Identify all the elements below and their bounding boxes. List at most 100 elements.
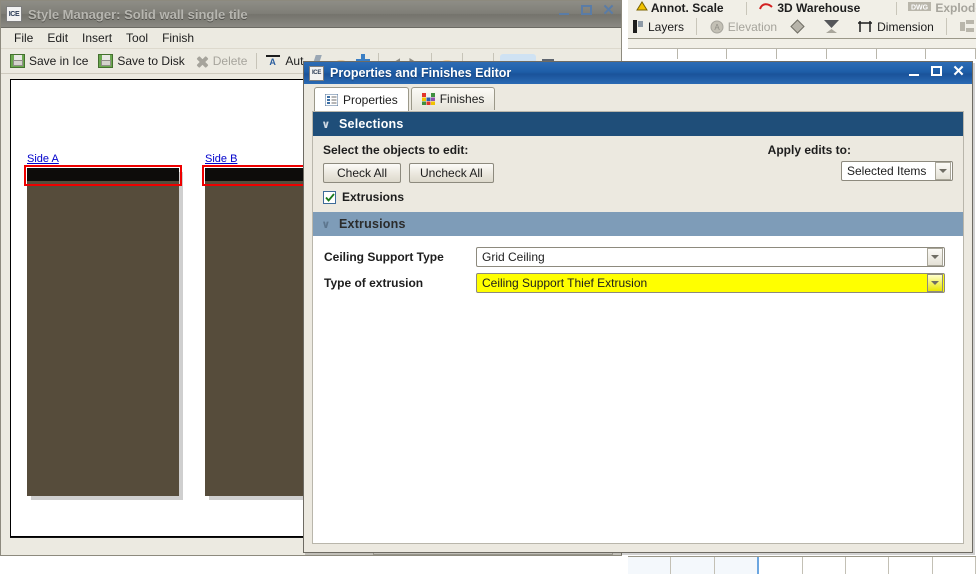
wall-body (27, 168, 179, 496)
toolbar-button-label: Save to Disk (117, 54, 185, 68)
save-disk-icon (98, 54, 114, 68)
ribbon-item-label: Layers (648, 19, 685, 34)
wall-label-side-a: Side A (27, 153, 59, 165)
sheet-cell[interactable] (671, 557, 715, 574)
menu-item-edit[interactable]: Edit (40, 29, 75, 47)
toolbar-button-label: Aut (285, 54, 304, 68)
menu-item-file[interactable]: File (7, 29, 40, 47)
warehouse-icon (758, 1, 774, 15)
ribbon-item-label: Elevation (727, 19, 778, 34)
toolbar-button-label: Delete (212, 54, 248, 68)
extrusions-section-header[interactable]: ∨ Extrusions (313, 212, 963, 236)
ribbon-item-label: Annot. Scale (650, 1, 724, 15)
dimension-icon (857, 20, 873, 34)
properties-dialog-window-controls: ✕ (908, 64, 965, 79)
ribbon-item-hourglass[interactable] (818, 15, 849, 38)
uncheck-all-button[interactable]: Uncheck All (409, 163, 494, 183)
extrusions-checkbox[interactable] (323, 190, 336, 204)
chevron-down-icon[interactable] (935, 162, 951, 180)
type-of-extrusion-value: Ceiling Support Thief Extrusion (482, 276, 648, 290)
extrusions-section-title: Extrusions (339, 217, 406, 231)
ceiling-support-type-select[interactable]: Grid Ceiling (476, 247, 945, 267)
sheet-cell[interactable] (628, 557, 672, 574)
ribbon-item-label: Explode (935, 1, 976, 15)
apply-edits-value: Selected Items (847, 164, 927, 178)
save-disk-icon (10, 54, 25, 68)
select-objects-prompt: Select the objects to edit: (323, 143, 469, 157)
style-manager-titlebar[interactable]: ICE Style Manager: Solid wall single til… (1, 1, 621, 28)
toolbar-divider (256, 53, 258, 69)
hourglass-icon (823, 19, 840, 34)
type-of-extrusion-select[interactable]: Ceiling Support Thief Extrusion (476, 273, 945, 293)
chevron-down-icon[interactable] (927, 274, 943, 292)
close-button[interactable]: ✕ (952, 64, 965, 79)
background-ribbon-row: Layers A Elevation Dimension (628, 15, 976, 38)
minimize-button[interactable] (908, 65, 921, 78)
selections-panel: Select the objects to edit: Apply edits … (313, 136, 963, 212)
auto-dimension-icon (266, 54, 281, 68)
close-button[interactable]: ✕ (602, 3, 615, 18)
extrusions-checkbox-row[interactable]: Extrusions (323, 190, 953, 204)
grid-cell (777, 48, 827, 59)
svg-text:A: A (714, 23, 720, 32)
tab-properties[interactable]: Properties (314, 87, 409, 111)
selections-section-title: Selections (339, 117, 404, 131)
sheet-cell[interactable] (846, 557, 890, 574)
chevron-down-icon: ∨ (321, 217, 331, 231)
ribbon-item-layers[interactable]: Layers (628, 15, 689, 38)
ribbon-item-annot-scale[interactable]: Annot. Scale (636, 1, 724, 15)
ribbon-item-explode[interactable]: DWG Explode (908, 1, 976, 15)
type-of-extrusion-label: Type of extrusion (324, 276, 424, 290)
save-to-disk-button[interactable]: Save to Disk (93, 51, 189, 71)
svg-text:DWG: DWG (911, 5, 929, 12)
save-in-ice-button[interactable]: Save in Ice (5, 51, 93, 71)
grid-cell (826, 48, 877, 59)
properties-dialog-titlebar[interactable]: ICE Properties and Finishes Editor ✕ (304, 62, 972, 84)
palette-icon (421, 93, 435, 105)
minimize-button[interactable] (558, 4, 571, 17)
list-icon (324, 93, 339, 106)
ribbon-divider (696, 18, 698, 35)
chevron-down-icon[interactable] (927, 248, 943, 266)
app-icon: ICE (309, 65, 324, 81)
wall-side-a[interactable]: Side A (24, 153, 183, 500)
selections-section-header[interactable]: ∨ Selections (313, 112, 963, 136)
sheet-cell-active[interactable] (714, 557, 760, 574)
ribbon-divider (746, 2, 747, 15)
sheet-cell[interactable] (933, 557, 976, 574)
maximize-button[interactable] (580, 4, 593, 17)
sheet-cell[interactable] (889, 557, 933, 574)
ribbon-item-elevation[interactable]: A Elevation (705, 15, 782, 38)
ribbon-item-plan-detail[interactable]: Plan Deta (955, 15, 976, 38)
type-of-extrusion-row: Type of extrusion Ceiling Support Thief … (313, 270, 963, 296)
layers-icon (633, 20, 644, 33)
menu-item-insert[interactable]: Insert (75, 29, 119, 47)
properties-dialog-tabstrip: Properties Finishes (304, 84, 972, 111)
background-property-grid-strip (628, 38, 976, 59)
check-all-button[interactable]: Check All (323, 163, 401, 183)
sheet-cell[interactable] (759, 557, 803, 574)
wall-label-side-b: Side B (205, 153, 238, 165)
screen: Annot. Scale 3D Warehouse DWG Explode (0, 0, 976, 574)
menu-item-tool[interactable]: Tool (119, 29, 155, 47)
maximize-button[interactable] (930, 65, 943, 78)
tab-finishes[interactable]: Finishes (410, 87, 496, 110)
extrusions-panel: Ceiling Support Type Grid Ceiling Type o… (313, 236, 963, 296)
delete-x-icon (195, 54, 209, 68)
sheet-cell[interactable] (803, 557, 846, 574)
apply-edits-select[interactable]: Selected Items (841, 161, 953, 181)
style-manager-menubar: File Edit Insert Tool Finish (1, 28, 621, 49)
properties-and-finishes-editor-dialog: ICE Properties and Finishes Editor ✕ Pro… (303, 61, 973, 553)
ceiling-support-type-value: Grid Ceiling (482, 250, 545, 264)
checkmark-icon (324, 192, 335, 202)
ribbon-item-dimension[interactable]: Dimension (852, 15, 939, 38)
app-icon: ICE (6, 6, 22, 22)
background-grid-cells (628, 48, 976, 59)
auto-dimension-button[interactable]: Aut (261, 51, 308, 71)
menu-item-finish[interactable]: Finish (155, 29, 201, 47)
grid-cell (677, 48, 728, 59)
ribbon-item-3d-warehouse[interactable]: 3D Warehouse (758, 1, 860, 15)
ribbon-item-section-marker[interactable] (785, 15, 814, 38)
ribbon-divider (946, 18, 948, 35)
delete-button[interactable]: Delete (190, 51, 253, 71)
